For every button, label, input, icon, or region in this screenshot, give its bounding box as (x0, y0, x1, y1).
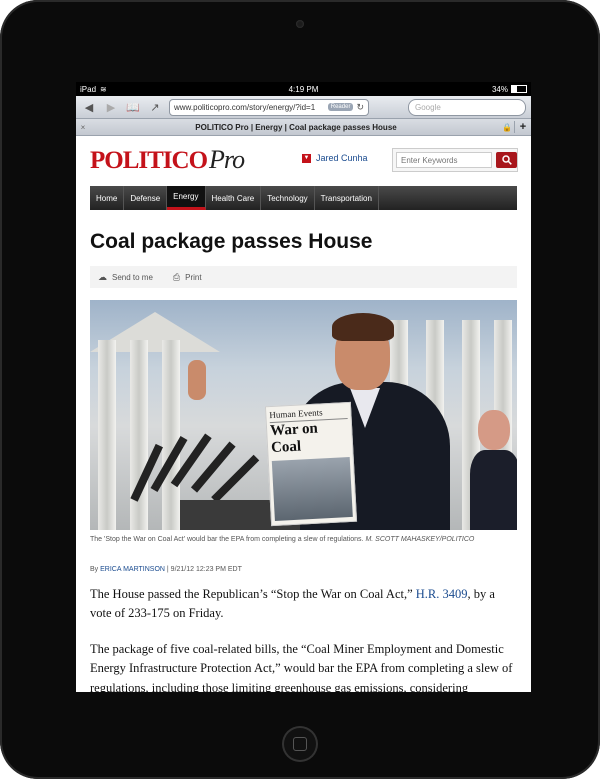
paragraph-text: The House passed the Republican’s “Stop … (90, 587, 413, 601)
article-headline: Coal package passes House (90, 230, 373, 253)
close-tab-icon[interactable]: × (76, 123, 90, 132)
publish-date: | 9/21/12 12:23 PM EDT (166, 566, 242, 573)
ipad-bezel: iPad ≋ 4:19 PM 34% ◀ ▶ 📖 ↗ www.politicop… (0, 0, 600, 779)
send-to-me-button[interactable]: ☁ Send to me (98, 272, 153, 283)
user-name: Jared Cunha (316, 153, 368, 163)
url-text: www.politicopro.com/story/energy/?id=1 (174, 102, 316, 112)
reader-button[interactable]: Reader (327, 103, 354, 111)
search-icon (501, 155, 512, 165)
screen: iPad ≋ 4:19 PM 34% ◀ ▶ 📖 ↗ www.politicop… (76, 82, 531, 692)
status-bar: iPad ≋ 4:19 PM 34% (76, 82, 531, 96)
bookmarks-icon[interactable]: 📖 (125, 101, 141, 114)
nav-defense[interactable]: Defense (124, 186, 168, 210)
share-bar: ☁ Send to me ⎙ Print (90, 266, 517, 288)
newspaper-headline: War on Coal (269, 418, 350, 458)
forward-arrow-icon[interactable]: ▶ (103, 101, 119, 114)
reload-icon[interactable]: ↻ (356, 102, 364, 113)
new-tab-icon[interactable]: + (514, 121, 531, 133)
page-content: POLITICOPro ▼ Jared Cunha Home Defense E… (76, 136, 531, 692)
byline-prefix: By (90, 566, 99, 573)
battery-icon (511, 85, 527, 93)
caption-text: The 'Stop the War on Coal Act' would bar… (90, 536, 364, 543)
nav-health-care[interactable]: Health Care (206, 186, 262, 210)
chevron-down-icon: ▼ (302, 153, 311, 163)
raised-hand (188, 360, 206, 400)
site-header: POLITICOPro ▼ Jared Cunha (90, 136, 518, 184)
section-nav: Home Defense Energy Health Care Technolo… (90, 186, 517, 210)
printer-icon: ⎙ (172, 271, 181, 282)
tab-title[interactable]: POLITICO Pro | Energy | Coal package pas… (90, 123, 502, 132)
nav-energy[interactable]: Energy (167, 186, 206, 210)
print-button[interactable]: ⎙ Print (173, 272, 202, 283)
paragraph: The package of five coal-related bills, … (90, 641, 513, 692)
logo-main: POLITICO (90, 147, 208, 174)
newspaper: Human Events War on Coal (264, 401, 358, 527)
nav-technology[interactable]: Technology (261, 186, 315, 210)
author-link[interactable]: ERICA MARTINSON (100, 566, 165, 573)
logo-pro: Pro (209, 145, 245, 174)
keyword-search (392, 148, 518, 172)
clock: 4:19 PM (288, 84, 319, 94)
home-button[interactable] (282, 726, 318, 762)
search-input[interactable]: Google (408, 98, 526, 116)
send-label: Send to me (112, 272, 153, 282)
nav-home[interactable]: Home (90, 186, 125, 210)
share-icon[interactable]: ↗ (147, 101, 163, 114)
search-button[interactable] (496, 152, 517, 168)
print-label: Print (185, 272, 202, 282)
bystander (470, 410, 517, 530)
user-menu[interactable]: ▼ Jared Cunha (302, 153, 368, 163)
politico-logo[interactable]: POLITICOPro (90, 145, 245, 175)
browser-toolbar: ◀ ▶ 📖 ↗ www.politicopro.com/story/energy… (76, 96, 531, 119)
nav-transportation[interactable]: Transportation (315, 186, 379, 210)
lock-icon: 🔒 (502, 122, 512, 132)
article-photo: Human Events War on Coal (90, 300, 517, 530)
byline: By ERICA MARTINSON | 9/21/12 12:23 PM ED… (90, 566, 517, 573)
bill-link[interactable]: H.R. 3409 (416, 587, 468, 601)
keyword-input[interactable] (396, 152, 492, 168)
paragraph: The House passed the Republican’s “Stop … (90, 585, 517, 624)
photo-caption: The 'Stop the War on Coal Act' would bar… (90, 536, 517, 543)
address-bar[interactable]: www.politicopro.com/story/energy/?id=1 R… (169, 98, 369, 116)
send-icon: ☁ (98, 271, 107, 282)
tab-bar: × POLITICO Pro | Energy | Coal package p… (76, 119, 531, 136)
photo-credit: M. SCOTT MAHASKEY/POLITICO (365, 536, 475, 543)
article-body: The House passed the Republican’s “Stop … (90, 585, 517, 692)
camera-icon (296, 20, 304, 28)
back-arrow-icon[interactable]: ◀ (81, 101, 97, 114)
